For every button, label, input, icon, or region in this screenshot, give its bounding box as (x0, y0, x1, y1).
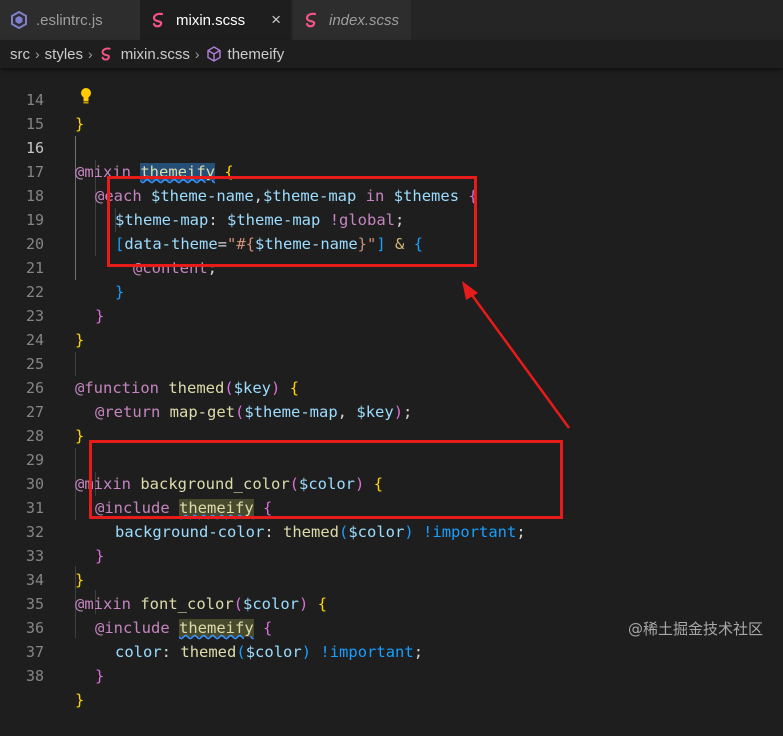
sass-icon (98, 45, 116, 63)
cube-icon (205, 45, 223, 63)
breadcrumb-item-src[interactable]: src (10, 46, 30, 63)
chevron-right-icon: › (194, 46, 200, 62)
breadcrumb-item-symbol[interactable]: themeify (228, 46, 285, 63)
code-text: } (95, 667, 105, 685)
breadcrumb-item-file[interactable]: mixin.scss (121, 46, 190, 63)
code-text: } (75, 691, 85, 709)
chevron-right-icon: › (35, 46, 40, 62)
watermark: @稀土掘金技术社区 (627, 620, 763, 638)
annotation-arrow (462, 281, 571, 429)
chevron-right-icon: › (88, 46, 93, 62)
breadcrumb-item-styles[interactable]: styles (45, 46, 83, 63)
breadcrumb: src › styles › mixin.scss › themeify (0, 40, 783, 68)
line-number: 38 (25, 667, 44, 685)
